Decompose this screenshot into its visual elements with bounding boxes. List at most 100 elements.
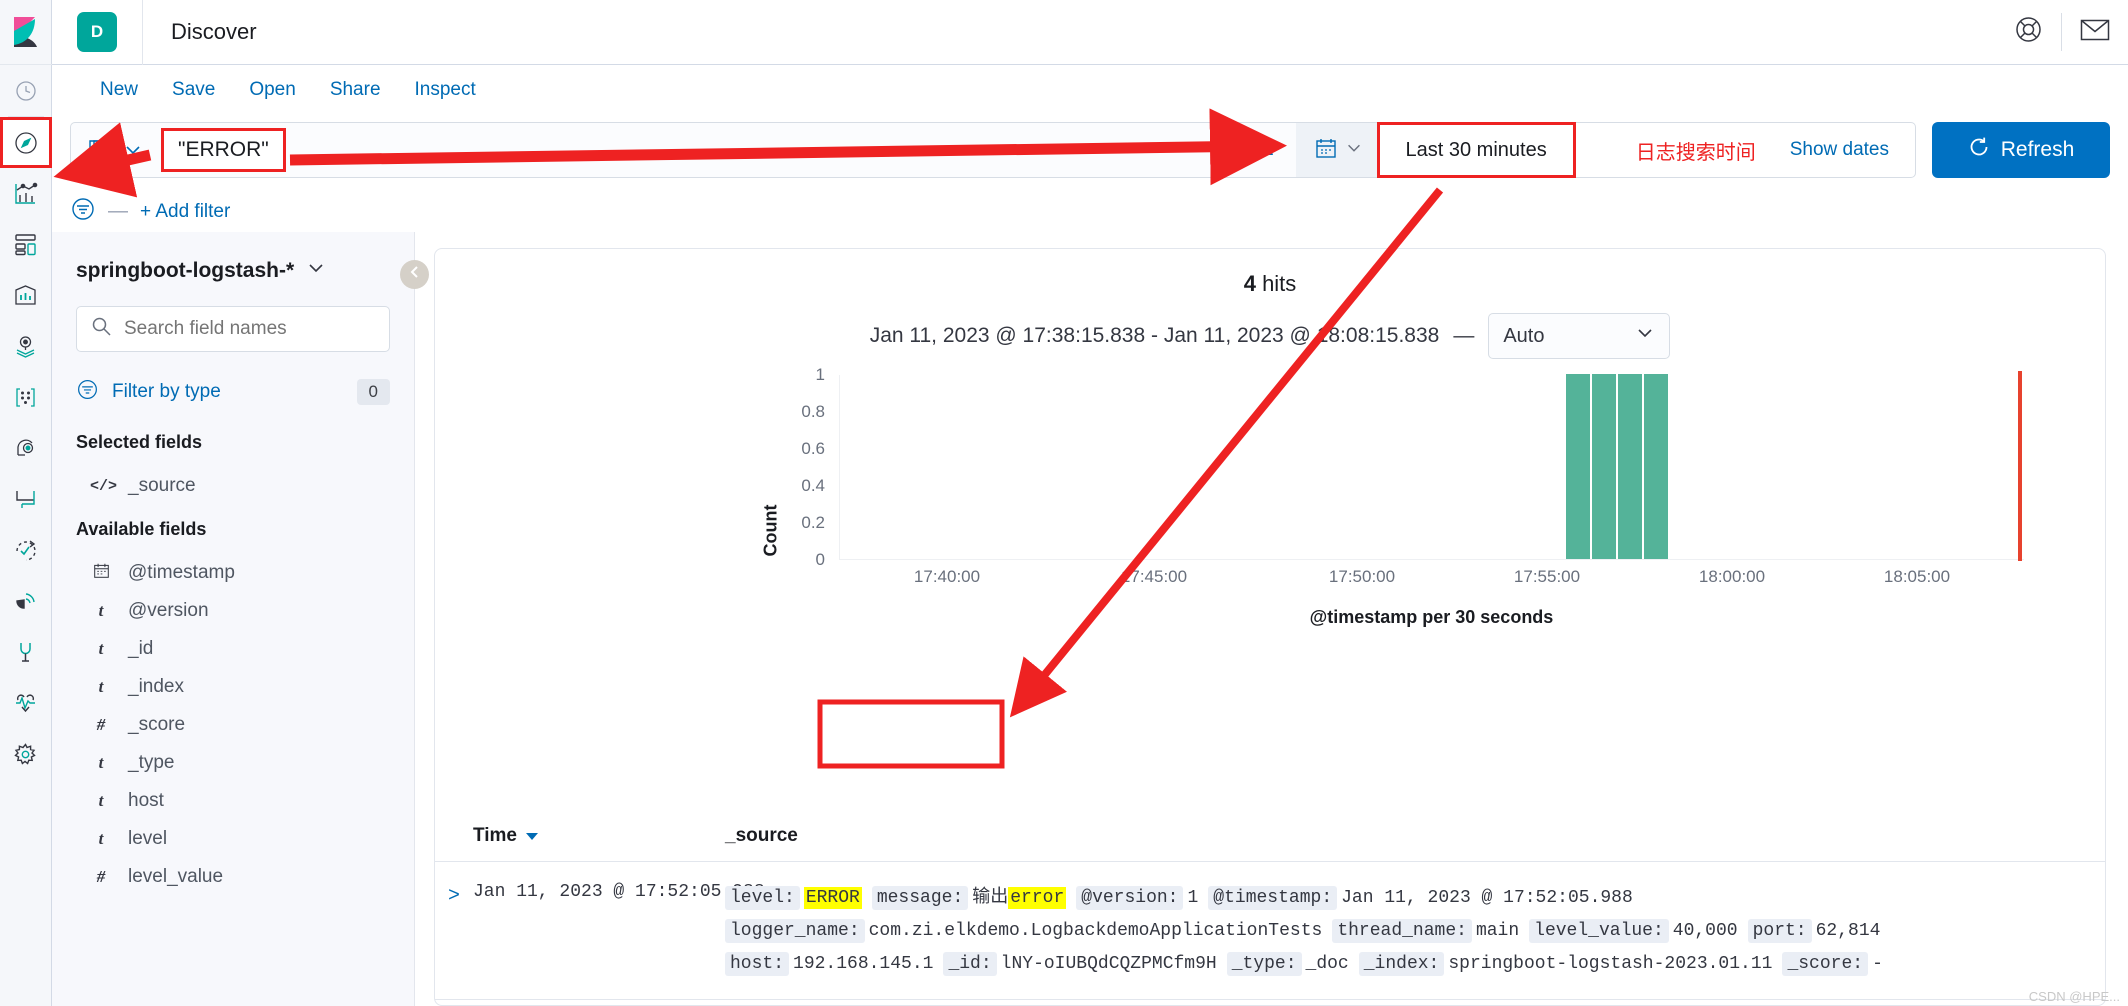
logs-stream-icon bbox=[13, 487, 38, 512]
filter-by-type-button[interactable]: Filter by type 0 bbox=[76, 378, 390, 406]
field-value: 输出 error bbox=[972, 887, 1067, 909]
filter-options-icon[interactable] bbox=[70, 196, 96, 227]
x-axis-ticks: 17:40:00 17:45:00 17:50:00 17:55:00 18:0… bbox=[839, 567, 2024, 591]
nav-inspect[interactable]: Inspect bbox=[398, 79, 493, 101]
show-dates-button[interactable]: Show dates bbox=[1785, 122, 1916, 178]
field-item-version[interactable]: t @version bbox=[76, 592, 390, 630]
query-input-group[interactable]: "ERROR" bbox=[70, 122, 1214, 178]
rail-item-machine-learning[interactable] bbox=[0, 372, 52, 423]
date-range-field[interactable]: Last 30 minutes bbox=[1376, 122, 1576, 178]
annotation-label-search-time: 日志搜索时间 bbox=[1575, 122, 1786, 178]
monitoring-heartbeat-icon bbox=[13, 691, 38, 716]
app-header: D Discover bbox=[52, 0, 2128, 65]
field-key: message: bbox=[871, 886, 969, 910]
nav-save[interactable]: Save bbox=[155, 79, 232, 101]
field-item-_source[interactable]: </> _source bbox=[76, 467, 390, 505]
rail-item-canvas[interactable] bbox=[0, 270, 52, 321]
interval-value: Auto bbox=[1503, 324, 1545, 347]
chart-bar[interactable] bbox=[1644, 374, 1668, 559]
rail-item-graph[interactable] bbox=[0, 423, 52, 474]
help-support-button[interactable] bbox=[1995, 15, 2061, 49]
field-key: _type: bbox=[1226, 952, 1302, 976]
field-item-id[interactable]: t _id bbox=[76, 630, 390, 668]
time-marker-line bbox=[2018, 371, 2022, 561]
field-label: _source bbox=[128, 475, 196, 496]
field-key: logger_name: bbox=[725, 919, 865, 943]
rail-item-metrics[interactable] bbox=[0, 525, 52, 576]
add-filter-button[interactable]: + Add filter bbox=[140, 201, 230, 223]
histogram-chart: Count 1 0.8 0.6 0.4 0.2 0 17:40:00 17:45… bbox=[435, 365, 2105, 665]
value-highlight: error bbox=[1008, 887, 1067, 909]
column-header-source[interactable]: _source bbox=[725, 825, 2105, 847]
chevron-down-icon bbox=[1635, 323, 1655, 349]
string-type-icon: t bbox=[98, 601, 104, 620]
field-key: _index: bbox=[1358, 952, 1445, 976]
time-range-summary: Jan 11, 2023 @ 17:38:15.838 - Jan 11, 20… bbox=[435, 313, 2105, 359]
chart-bar[interactable] bbox=[1618, 374, 1642, 559]
column-label: Time bbox=[473, 825, 518, 846]
string-type-icon: t bbox=[98, 753, 104, 772]
field-value: main bbox=[1475, 921, 1520, 941]
rail-item-monitoring[interactable] bbox=[0, 678, 52, 729]
interval-select[interactable]: Auto bbox=[1488, 313, 1671, 359]
field-item-level[interactable]: t level bbox=[76, 820, 390, 858]
field-search-box[interactable] bbox=[76, 306, 390, 352]
rail-item-management[interactable] bbox=[0, 729, 52, 780]
rail-item-clock-recent[interactable] bbox=[0, 65, 52, 116]
table-row[interactable]: > Jan 11, 2023 @ 17:52:05.988 level: ERRO… bbox=[435, 862, 2105, 1000]
chart-bar[interactable] bbox=[1592, 374, 1616, 559]
table-row[interactable]: > Jan 11, 2023 @ 17:51:33.270 level:ERRO… bbox=[435, 1000, 2105, 1006]
chart-plot-area[interactable] bbox=[839, 371, 2024, 561]
calendar-icon bbox=[1314, 136, 1338, 165]
field-item-type[interactable]: t _type bbox=[76, 744, 390, 782]
refresh-label: Refresh bbox=[2000, 138, 2075, 161]
collapse-sidebar-button[interactable] bbox=[400, 260, 429, 289]
rail-item-logs[interactable] bbox=[0, 474, 52, 525]
nav-share[interactable]: Share bbox=[313, 79, 398, 101]
mail-button[interactable] bbox=[2062, 18, 2128, 47]
query-language-button[interactable]: KQL bbox=[1213, 122, 1296, 178]
field-label: @timestamp bbox=[128, 562, 235, 583]
saved-query-icon[interactable] bbox=[71, 138, 121, 162]
rail-item-uptime[interactable] bbox=[0, 576, 52, 627]
field-item-index[interactable]: t _index bbox=[76, 668, 390, 706]
x-tick: 18:00:00 bbox=[1698, 567, 1766, 586]
column-header-time[interactable]: Time bbox=[473, 825, 725, 847]
search-icon bbox=[91, 316, 112, 342]
refresh-button[interactable]: Refresh bbox=[1932, 122, 2110, 178]
chevron-down-icon[interactable] bbox=[121, 140, 155, 160]
field-item-timestamp[interactable]: @timestamp bbox=[76, 554, 390, 592]
dashboard-grid-icon bbox=[13, 232, 38, 257]
field-item-host[interactable]: t host bbox=[76, 782, 390, 820]
x-axis-title: @timestamp per 30 seconds bbox=[1309, 607, 1554, 627]
number-type-icon: # bbox=[96, 867, 106, 886]
search-field-names-input[interactable] bbox=[124, 318, 375, 340]
hits-label: hits bbox=[1262, 271, 1297, 296]
search-input[interactable]: "ERROR" bbox=[161, 128, 286, 172]
rail-item-visualize[interactable] bbox=[0, 168, 52, 219]
index-pattern-selector[interactable]: springboot-logstash-* bbox=[76, 258, 390, 284]
nav-open[interactable]: Open bbox=[232, 79, 312, 101]
y-tick: 1 bbox=[815, 365, 825, 384]
rail-item-maps[interactable] bbox=[0, 321, 52, 372]
filter-bar: — + Add filter bbox=[70, 196, 230, 227]
field-item-level-value[interactable]: # level_value bbox=[76, 858, 390, 896]
documents-table: Time _source > Jan 11, 2023 @ 17:52:05.9… bbox=[435, 825, 2105, 1006]
value-plain: 输出 bbox=[972, 888, 1009, 908]
kibana-logo[interactable] bbox=[0, 0, 52, 65]
rail-item-devtools[interactable] bbox=[0, 627, 52, 678]
field-value: ERROR bbox=[803, 887, 862, 909]
expand-row-button[interactable]: > bbox=[435, 882, 473, 981]
field-label: level_value bbox=[128, 866, 224, 887]
date-quick-select-button[interactable] bbox=[1295, 122, 1377, 178]
nav-new[interactable]: New bbox=[100, 79, 155, 101]
app-badge[interactable]: D bbox=[77, 12, 117, 52]
selected-fields-heading: Selected fields bbox=[76, 432, 203, 452]
rail-item-discover[interactable] bbox=[0, 117, 52, 168]
chart-bar[interactable] bbox=[1566, 374, 1590, 559]
field-item-score[interactable]: # _score bbox=[76, 706, 390, 744]
field-value: lNY-oIUBQdCQZPMCfm9H bbox=[1000, 954, 1217, 974]
time-range-text: Jan 11, 2023 @ 17:38:15.838 - Jan 11, 20… bbox=[869, 324, 1440, 347]
time-range-dash: — bbox=[1453, 324, 1475, 347]
rail-item-dashboard[interactable] bbox=[0, 219, 52, 270]
